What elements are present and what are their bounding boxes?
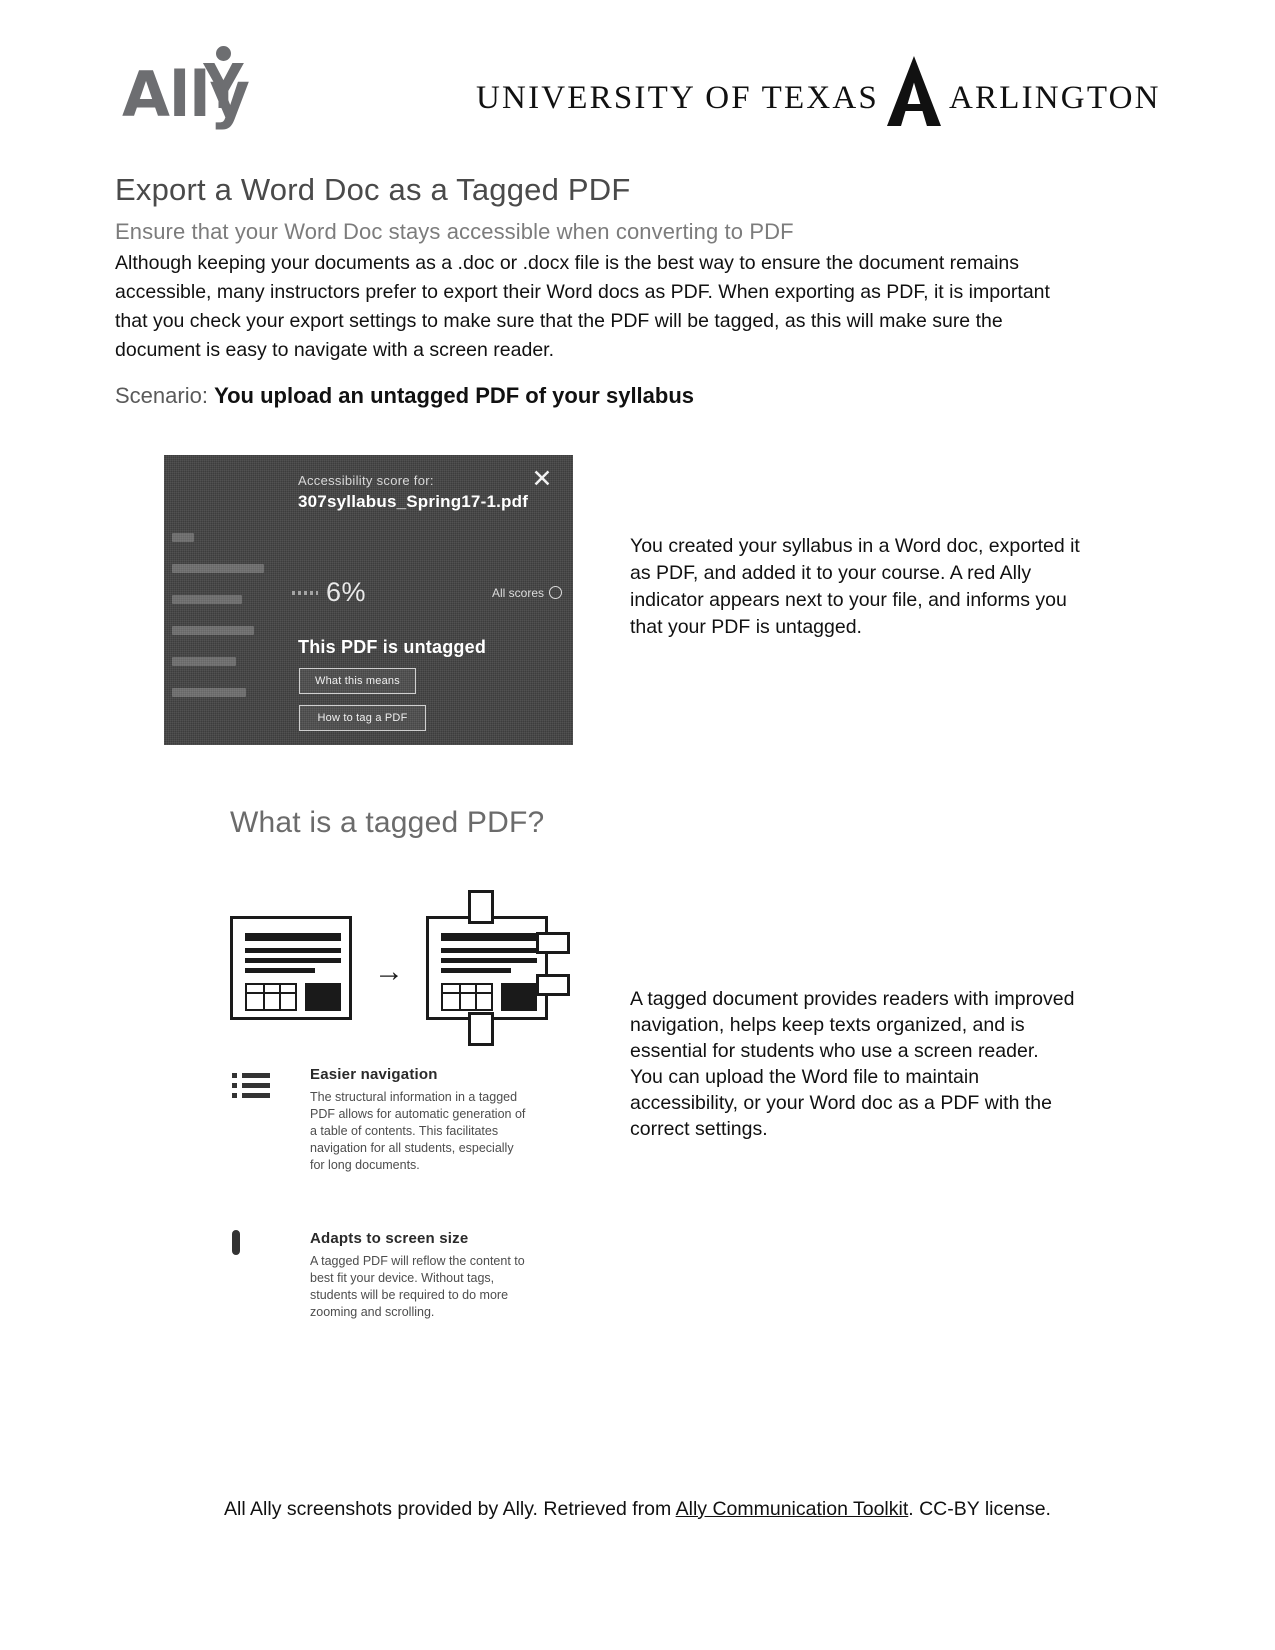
- tag-marker-right-upper: [536, 932, 570, 954]
- tag-marker-bottom: [468, 1012, 494, 1046]
- list-bullet: [232, 1073, 237, 1078]
- doc-line: [441, 968, 511, 973]
- page-header: Ally UNIVERSITY OF TEXAS ARLINGTON: [0, 28, 1275, 126]
- bulleted-list-icon: [232, 1070, 274, 1114]
- list-bullet: [232, 1093, 237, 1098]
- page-footer: All Ally screenshots provided by Ally. R…: [0, 1498, 1275, 1521]
- placeholder-line: [172, 657, 236, 666]
- page-subtitle: Ensure that your Word Doc stays accessib…: [115, 219, 794, 244]
- placeholder-line: [172, 564, 264, 573]
- scenario-line: Scenario: You upload an untagged PDF of …: [115, 383, 694, 409]
- doc-line: [245, 948, 341, 953]
- scenario-text: You upload an untagged PDF of your sylla…: [214, 383, 695, 408]
- placeholder-line: [172, 533, 194, 542]
- footer-text-after: . CC-BY license.: [908, 1498, 1051, 1520]
- ally-person-body: [202, 63, 244, 108]
- doc-line: [441, 958, 537, 963]
- doc-line: [245, 933, 341, 941]
- doc-line: [245, 968, 315, 973]
- doc-line: [441, 948, 537, 953]
- uta-a-crossbar: [899, 104, 928, 111]
- modal-left-placeholder-lines: [172, 523, 290, 718]
- tagged-document-icon: [426, 916, 548, 1020]
- all-scores-label: All scores: [491, 585, 544, 600]
- doc-line: [441, 933, 537, 941]
- feature-title: Easier navigation: [310, 1066, 438, 1083]
- ally-person-icon: [202, 46, 245, 108]
- phone-icon-shape: [232, 1230, 240, 1255]
- doc-line: [245, 958, 341, 963]
- feature-text: A tagged PDF will reflow the content to …: [310, 1254, 525, 1319]
- accessibility-score-value: 6%: [326, 577, 367, 607]
- how-to-tag-pdf-button[interactable]: How to tag a PDF: [299, 705, 426, 731]
- list-row: [242, 1083, 270, 1088]
- score-gauge-icon: [292, 590, 318, 595]
- placeholder-line: [172, 626, 254, 635]
- list-bullet: [232, 1083, 237, 1088]
- placeholder-line: [172, 595, 242, 604]
- ally-communication-toolkit-link[interactable]: Ally Communication Toolkit: [676, 1498, 909, 1520]
- tag-marker-top: [468, 890, 494, 924]
- ally-person-head: [215, 46, 231, 61]
- feature-body: Adapts to screen size A tagged PDF will …: [310, 1230, 530, 1321]
- doc-image-icon: [501, 983, 537, 1011]
- tag-marker-right-lower: [536, 974, 570, 996]
- arrow-right-icon: →: [374, 955, 404, 988]
- all-scores-button[interactable]: All scores: [492, 586, 562, 600]
- section-heading-tagged-pdf: What is a tagged PDF?: [230, 806, 545, 839]
- uta-a-shape: [886, 56, 941, 126]
- feature-title: Adapts to screen size: [310, 1230, 469, 1247]
- footer-text-before: All Ally screenshots provided by Ally. R…: [224, 1498, 676, 1520]
- document-page: Ally UNIVERSITY OF TEXAS ARLINGTON Expor…: [0, 0, 1275, 1650]
- uta-lockup: UNIVERSITY OF TEXAS ARLINGTON: [476, 56, 1161, 126]
- university-text-right: ARLINGTON: [948, 79, 1161, 116]
- list-row: [242, 1073, 270, 1078]
- issue-title: This PDF is untagged: [298, 637, 487, 657]
- placeholder-line: [172, 688, 246, 697]
- mobile-phone-icon: [232, 1230, 274, 1278]
- doc-table-icon: [245, 983, 297, 1011]
- feature-text: The structural information in a tagged P…: [310, 1090, 526, 1172]
- accessibility-score-label: Accessibility score for:: [298, 473, 434, 488]
- ally-logo: Ally: [122, 46, 250, 126]
- feature-body: Easier navigation The structural informa…: [310, 1066, 530, 1174]
- page-title: Export a Word Doc as a Tagged PDF: [115, 172, 631, 207]
- doc-table-icon: [441, 983, 493, 1011]
- uta-a-logo-icon: [886, 56, 941, 126]
- what-this-means-button[interactable]: What this means: [299, 668, 416, 694]
- tagged-pdf-diagram: →: [222, 890, 592, 1046]
- callout-paragraph-1: You created your syllabus in a Word doc,…: [630, 535, 1080, 638]
- ally-wordmark: Ally: [122, 46, 250, 126]
- intro-paragraph: Although keeping your documents as a .do…: [115, 252, 1050, 361]
- filename-label: 307syllabus_Spring17-1.pdf: [298, 492, 529, 511]
- university-text-left: UNIVERSITY OF TEXAS: [476, 79, 879, 116]
- list-row: [242, 1093, 270, 1098]
- doc-image-icon: [305, 983, 341, 1011]
- info-circle-icon: [549, 586, 562, 599]
- untagged-document-icon: [230, 916, 352, 1020]
- scenario-label: Scenario:: [115, 383, 215, 408]
- callout-paragraph-2: A tagged document provides readers with …: [630, 988, 1075, 1140]
- ally-accessibility-modal-screenshot: ✕ Accessibility score for: 307syllabus_S…: [164, 455, 573, 745]
- score-row: 6% All scores: [292, 577, 562, 608]
